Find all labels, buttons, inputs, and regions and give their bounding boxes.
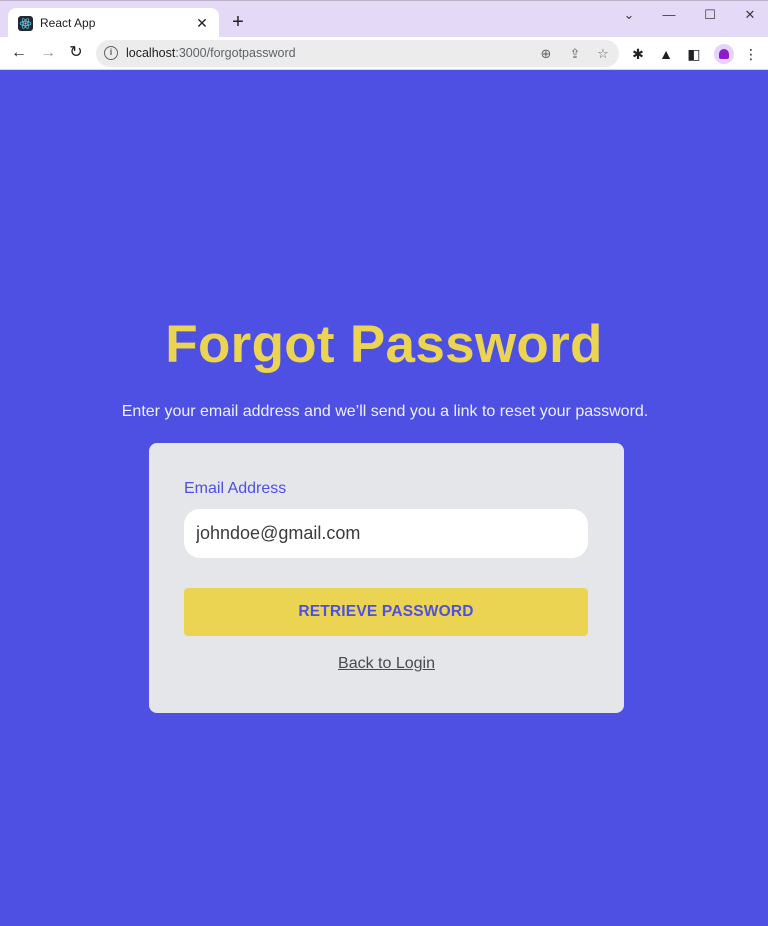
close-window-icon[interactable]: ✕	[738, 5, 762, 25]
profile-icon[interactable]	[714, 44, 734, 64]
arrow-left-icon[interactable]: ←	[8, 42, 30, 64]
react-logo-icon	[18, 16, 33, 31]
back-to-login-link[interactable]: Back to Login	[149, 655, 624, 673]
page-title: Forgot Password	[165, 315, 603, 374]
chevron-down-icon[interactable]: ⌄	[617, 5, 641, 25]
url-host: localhost	[126, 46, 176, 60]
browser-tab[interactable]: React App ✕	[8, 8, 219, 39]
plus-icon[interactable]: +	[228, 12, 248, 32]
page-subtitle: Enter your email address and we’ll send …	[121, 403, 649, 420]
arrow-right-icon[interactable]: →	[37, 42, 59, 64]
url-path: :3000/forgotpassword	[175, 46, 296, 60]
page-content: Forgot Password Enter your email address…	[0, 70, 768, 926]
close-icon[interactable]: ✕	[193, 14, 211, 32]
zoom-in-icon[interactable]: ⊕	[537, 45, 555, 63]
puzzle-icon[interactable]: ✱	[628, 44, 648, 64]
email-input[interactable]	[184, 509, 588, 558]
browser-titlebar: React App ✕ + ⌄ — ☐ ✕	[0, 0, 768, 39]
profile-silhouette	[719, 49, 729, 59]
side-panel-icon[interactable]: ◧	[684, 44, 704, 64]
address-bar[interactable]: i localhost:3000/forgotpassword ⊕ ⇪ ☆	[96, 40, 619, 67]
email-label: Email Address	[184, 480, 287, 497]
flask-icon[interactable]: ▲	[656, 44, 676, 64]
maximize-icon[interactable]: ☐	[698, 5, 722, 25]
star-icon[interactable]: ☆	[594, 45, 612, 63]
forgot-password-form: Email Address RETRIEVE PASSWORD Back to …	[149, 443, 624, 713]
url-text[interactable]: localhost:3000/forgotpassword	[126, 46, 296, 60]
info-icon[interactable]: i	[104, 46, 118, 60]
reload-icon[interactable]: ↻	[65, 42, 87, 64]
kebab-menu-icon[interactable]: ⋮	[741, 44, 761, 64]
share-icon[interactable]: ⇪	[566, 45, 584, 63]
retrieve-password-button[interactable]: RETRIEVE PASSWORD	[184, 588, 588, 636]
tab-title: React App	[40, 16, 96, 30]
browser-toolbar: ← → ↻ i localhost:3000/forgotpassword ⊕ …	[0, 37, 768, 70]
minimize-icon[interactable]: —	[657, 5, 681, 25]
